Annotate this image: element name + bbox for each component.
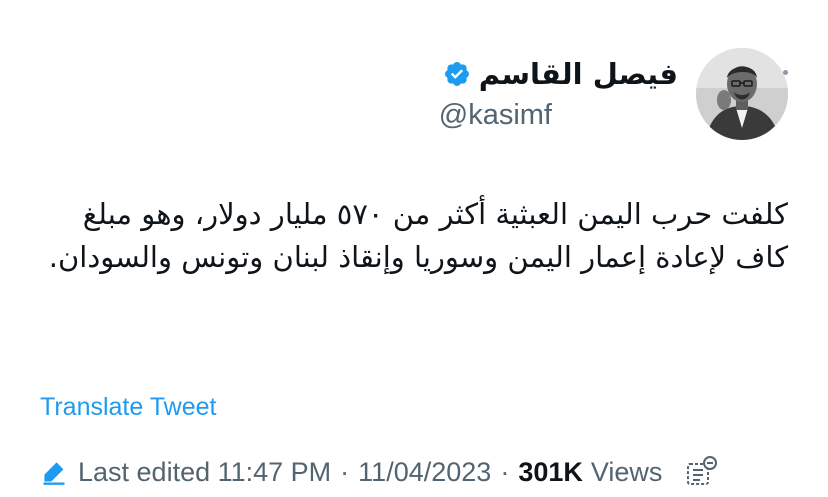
meta-separator: · (500, 456, 510, 487)
verified-badge-icon (444, 62, 469, 86)
tweet-date[interactable]: 11/04/2023 (358, 457, 491, 488)
meta-separator: · (340, 456, 350, 487)
tweet-text: كلفت حرب اليمن العبثية أكثر من ٥٧٠ مليار… (48, 197, 788, 274)
views-label: Views (590, 456, 663, 487)
tweet-card: فيصل القاسم @kasimf كلفت حرب اليمن العبث… (0, 0, 828, 497)
author-handle[interactable]: @kasimf (439, 98, 552, 132)
tweet-header: فيصل القاسم @kasimf (439, 46, 788, 142)
translate-tweet-link[interactable]: Translate Tweet (40, 393, 216, 422)
views-count: 301K (518, 456, 583, 487)
last-edited-label[interactable]: Last edited 11:47 PM (78, 457, 331, 488)
tweet-meta: Last edited 11:47 PM · 11/04/2023 · 301K… (40, 454, 720, 490)
name-row: فيصل القاسم (439, 56, 678, 92)
author-info: فيصل القاسم @kasimf (439, 56, 678, 132)
profile-photo-icon (696, 48, 788, 140)
view-analytics-icon[interactable] (684, 454, 720, 490)
author-display-name[interactable]: فيصل القاسم (479, 56, 678, 92)
avatar[interactable] (696, 48, 788, 140)
edit-pencil-icon (43, 462, 65, 485)
